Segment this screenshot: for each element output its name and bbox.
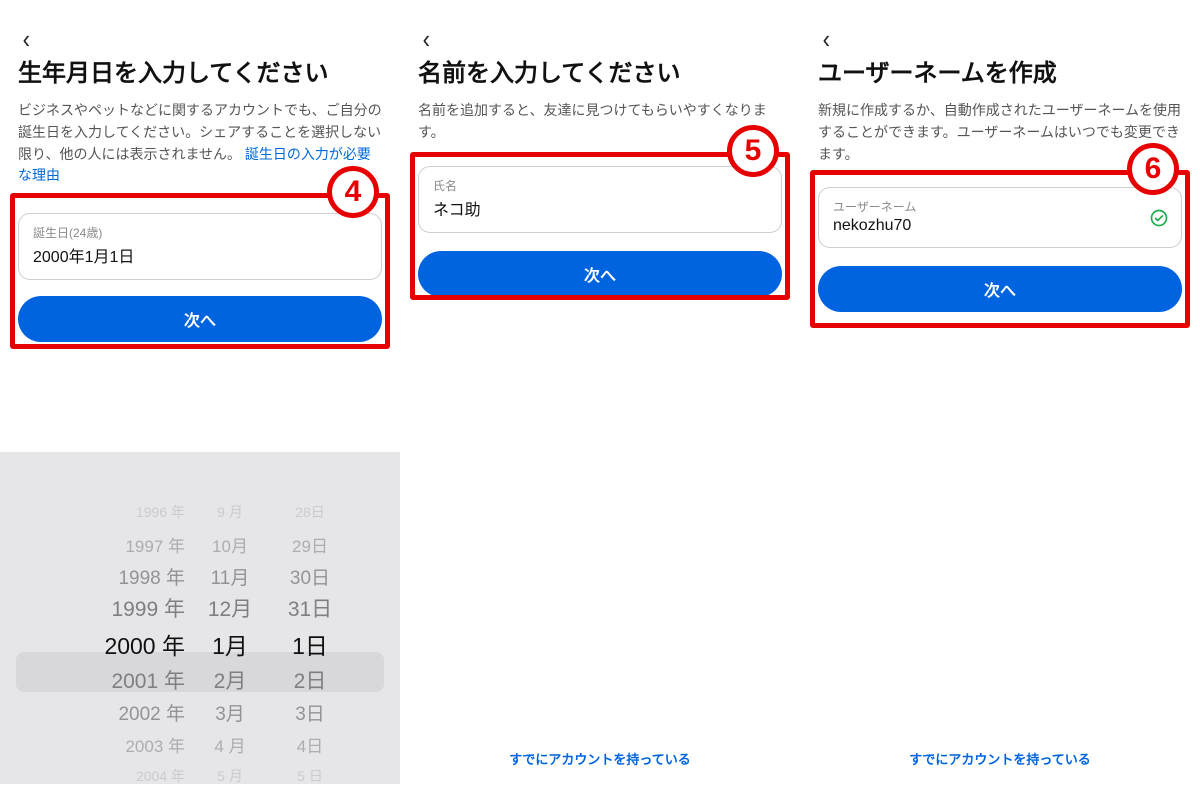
picker-month[interactable]: 9 月: [195, 502, 265, 522]
screen-name: ‹ 名前を入力してください 名前を追加すると、友達に見つけてもらいやすくなります…: [400, 0, 800, 784]
description: ビジネスやペットなどに関するアカウントでも、ご自分の誕生日を入力してください。シ…: [18, 100, 382, 187]
picker-day[interactable]: 2日: [265, 665, 355, 695]
picker-day[interactable]: 3日: [265, 699, 355, 726]
highlight-box: 4: [10, 193, 390, 349]
picker-month[interactable]: 4 月: [195, 732, 265, 757]
page-title: 名前を入力してください: [418, 58, 782, 90]
date-picker[interactable]: 1996 年9 月28日 1997 年10月29日 1998 年11月30日 1…: [0, 452, 400, 784]
picker-day[interactable]: 4日: [265, 732, 355, 757]
picker-day[interactable]: 5 日: [265, 766, 355, 786]
picker-year[interactable]: 1997 年: [45, 532, 195, 557]
picker-day-selected[interactable]: 1日: [265, 627, 355, 661]
picker-year[interactable]: 2002 年: [45, 699, 195, 726]
picker-month[interactable]: 10月: [195, 532, 265, 557]
back-icon[interactable]: ‹: [23, 24, 30, 55]
step-badge: 4: [327, 166, 379, 218]
picker-month[interactable]: 3月: [195, 699, 265, 726]
step-badge: 6: [1127, 143, 1179, 195]
back-icon[interactable]: ‹: [823, 24, 830, 55]
screen-username: ‹ ユーザーネームを作成 新規に作成するか、自動作成されたユーザーネームを使用す…: [800, 0, 1200, 784]
picker-day[interactable]: 29日: [265, 532, 355, 557]
screen-birthday: ‹ 生年月日を入力してください ビジネスやペットなどに関するアカウントでも、ご自…: [0, 0, 400, 784]
picker-month-selected[interactable]: 1月: [195, 627, 265, 661]
back-icon[interactable]: ‹: [423, 24, 430, 55]
picker-year-selected[interactable]: 2000 年: [45, 627, 195, 661]
picker-day[interactable]: 28日: [265, 502, 355, 522]
already-have-account-link[interactable]: すでにアカウントを持っている: [400, 749, 800, 768]
picker-year[interactable]: 1998 年: [45, 563, 195, 590]
highlight-box: 6: [810, 170, 1190, 328]
highlight-box: 5: [410, 152, 790, 300]
picker-month[interactable]: 12月: [195, 593, 265, 623]
description: 新規に作成するか、自動作成されたユーザーネームを使用することができます。ユーザー…: [818, 100, 1182, 165]
page-title: 生年月日を入力してください: [18, 58, 382, 90]
already-have-account-link[interactable]: すでにアカウントを持っている: [800, 749, 1200, 768]
description: 名前を追加すると、友達に見つけてもらいやすくなります。: [418, 100, 782, 143]
picker-day[interactable]: 31日: [265, 593, 355, 623]
picker-year[interactable]: 1999 年: [45, 593, 195, 623]
picker-month[interactable]: 2月: [195, 665, 265, 695]
picker-month[interactable]: 11月: [195, 563, 265, 590]
picker-year[interactable]: 2003 年: [45, 732, 195, 757]
picker-year[interactable]: 2004 年: [45, 766, 195, 786]
picker-month[interactable]: 5 月: [195, 766, 265, 786]
picker-year[interactable]: 1996 年: [45, 502, 195, 522]
picker-day[interactable]: 30日: [265, 563, 355, 590]
picker-year[interactable]: 2001 年: [45, 665, 195, 695]
step-badge: 5: [727, 125, 779, 177]
page-title: ユーザーネームを作成: [818, 58, 1182, 90]
